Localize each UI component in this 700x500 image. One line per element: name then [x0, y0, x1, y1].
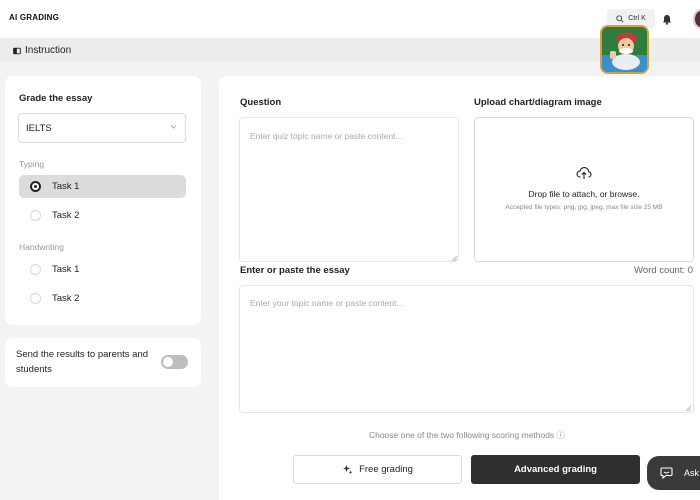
option-label: Task 1	[52, 181, 80, 192]
question-label: Question	[240, 97, 282, 108]
radio-button[interactable]	[30, 293, 41, 304]
option-label: Task 1	[52, 264, 80, 275]
mascot-image	[600, 25, 649, 74]
exam-select-value: IELTS	[26, 123, 52, 134]
question-placeholder: Enter quiz topic name or paste content..…	[250, 131, 403, 141]
upload-accepted-text: Accepted file types: png, jpg, jpeg, max…	[505, 204, 663, 211]
search-shortcut: Ctrl K	[628, 15, 646, 22]
sparkle-icon	[343, 465, 353, 474]
bell-icon[interactable]	[662, 14, 672, 25]
radio-button[interactable]	[30, 264, 41, 275]
resize-handle-icon[interactable]	[452, 256, 457, 261]
instruction-button[interactable]: Instruction	[13, 45, 71, 56]
option-handwriting-task-2[interactable]: Task 2	[19, 287, 186, 310]
send-results-label: Send the results to parents and students	[16, 349, 149, 375]
chevron-down-icon	[170, 125, 177, 129]
handwriting-group-label: Handwriting	[19, 242, 64, 252]
search-icon	[616, 14, 624, 23]
option-typing-task-1[interactable]: Task 1	[19, 175, 186, 198]
chat-icon	[660, 467, 673, 479]
top-bar	[0, 0, 700, 38]
scoring-methods-hint: Choose one of the two following scoring …	[368, 430, 566, 440]
upload-label: Upload chart/diagram image	[474, 97, 602, 108]
advanced-grading-button[interactable]: Advanced grading	[471, 455, 640, 484]
upload-drop-text: Drop file to attach, or browse.	[528, 189, 640, 199]
radio-button[interactable]	[30, 181, 41, 192]
option-handwriting-task-1[interactable]: Task 1	[19, 258, 186, 281]
cloud-upload-icon	[576, 167, 592, 179]
free-grading-button[interactable]: Free grading	[293, 455, 462, 484]
option-label: Task 2	[52, 210, 80, 221]
sub-bar	[0, 38, 700, 62]
ask-button[interactable]: Ask	[647, 456, 700, 490]
essay-placeholder: Enter your topic name or paste content..…	[250, 298, 404, 308]
advanced-grading-label: Advanced grading	[514, 464, 597, 475]
grade-essay-title: Grade the essay	[19, 93, 93, 104]
option-typing-task-2[interactable]: Task 2	[19, 204, 186, 227]
typing-group-label: Typing	[19, 159, 45, 169]
option-label: Task 2	[52, 293, 80, 304]
instruction-label: Instruction	[25, 45, 72, 56]
radio-button[interactable]	[30, 210, 41, 221]
free-grading-label: Free grading	[359, 464, 413, 475]
send-results-toggle[interactable]	[161, 355, 188, 369]
essay-label: Enter or paste the essay	[240, 265, 350, 276]
ask-label: Ask	[684, 468, 700, 478]
book-icon	[13, 47, 21, 54]
resize-handle-icon[interactable]	[686, 406, 691, 411]
brand-logo[interactable]: AI GRADING	[9, 13, 59, 22]
word-count: Word count: 0	[634, 265, 693, 276]
